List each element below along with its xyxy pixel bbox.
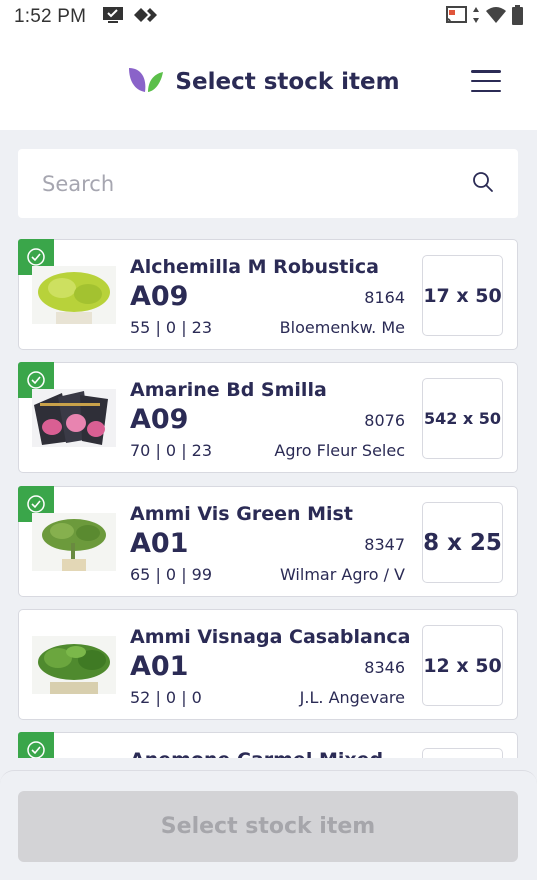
item-quantities: 55 | 0 | 23 xyxy=(130,318,213,337)
item-code: A01 xyxy=(130,651,189,682)
item-supplier: Agro Fleur Selec xyxy=(274,441,405,460)
status-time: 1:52 PM xyxy=(14,6,87,27)
stock-item-card[interactable]: Alchemilla M Robustica A09 8164 55 | 0 |… xyxy=(18,239,518,350)
pack-size: 8 x 25 xyxy=(422,502,503,583)
wifi-icon: 5 xyxy=(485,6,507,28)
svg-text:5: 5 xyxy=(500,17,504,24)
item-code: A09 xyxy=(130,404,189,435)
item-name: Anemone Carmel Mixed xyxy=(130,749,383,758)
item-name: Ammi Vis Green Mist xyxy=(130,503,353,525)
item-name: Ammi Visnaga Casablanca xyxy=(130,626,411,648)
stock-item-card[interactable]: Amarine Bd Smilla A09 8076 70 | 0 | 23 A… xyxy=(18,362,518,473)
stock-item-card[interactable]: Anemone Carmel Mixed xyxy=(18,732,518,758)
item-code: A01 xyxy=(130,528,189,559)
product-thumbnail xyxy=(32,636,116,694)
item-quantities: 70 | 0 | 23 xyxy=(130,441,213,460)
bottom-action-bar: Select stock item xyxy=(0,770,537,880)
screen-notification-icon xyxy=(102,6,124,28)
select-stock-item-button[interactable]: Select stock item xyxy=(18,791,518,862)
data-arrows-icon xyxy=(472,6,480,28)
product-thumbnail xyxy=(32,389,116,447)
stock-item-card[interactable]: Ammi Visnaga Casablanca A01 8346 52 | 0 … xyxy=(18,609,518,720)
app-header: Select stock item xyxy=(0,34,537,130)
pack-size: 12 x 50 xyxy=(422,625,503,706)
item-number: 8347 xyxy=(364,535,405,554)
product-thumbnail xyxy=(32,266,116,324)
diamond-notification-icon xyxy=(134,6,158,28)
pack-size xyxy=(422,748,503,758)
item-number: 8346 xyxy=(364,658,405,677)
item-number: 8164 xyxy=(364,288,405,307)
item-quantities: 52 | 0 | 0 xyxy=(130,688,202,707)
selected-check-icon xyxy=(18,732,54,758)
search-input[interactable] xyxy=(42,171,472,196)
status-bar: 1:52 PM 5 xyxy=(0,0,537,34)
search-box[interactable] xyxy=(18,149,518,218)
cast-icon xyxy=(445,6,467,28)
item-number: 8076 xyxy=(364,411,405,430)
search-icon[interactable] xyxy=(472,171,494,197)
stock-item-card[interactable]: Ammi Vis Green Mist A01 8347 65 | 0 | 99… xyxy=(18,486,518,597)
hamburger-menu-button[interactable] xyxy=(471,70,501,92)
battery-icon xyxy=(512,5,523,29)
item-name: Amarine Bd Smilla xyxy=(130,379,327,401)
item-supplier: Bloemenkw. Me xyxy=(279,318,405,337)
item-supplier: Wilmar Agro / V xyxy=(279,565,405,584)
page-title: Select stock item xyxy=(175,69,400,95)
pack-size: 542 x 50 xyxy=(422,378,503,459)
item-name: Alchemilla M Robustica xyxy=(130,256,379,278)
product-thumbnail xyxy=(32,513,116,571)
stock-item-list[interactable]: Alchemilla M Robustica A09 8164 55 | 0 |… xyxy=(0,232,537,758)
item-supplier: J.L. Angevare xyxy=(299,688,405,707)
pack-size: 17 x 50 xyxy=(422,255,503,336)
item-quantities: 65 | 0 | 99 xyxy=(130,565,213,584)
leaf-logo-icon xyxy=(127,66,165,98)
item-code: A09 xyxy=(130,281,189,312)
